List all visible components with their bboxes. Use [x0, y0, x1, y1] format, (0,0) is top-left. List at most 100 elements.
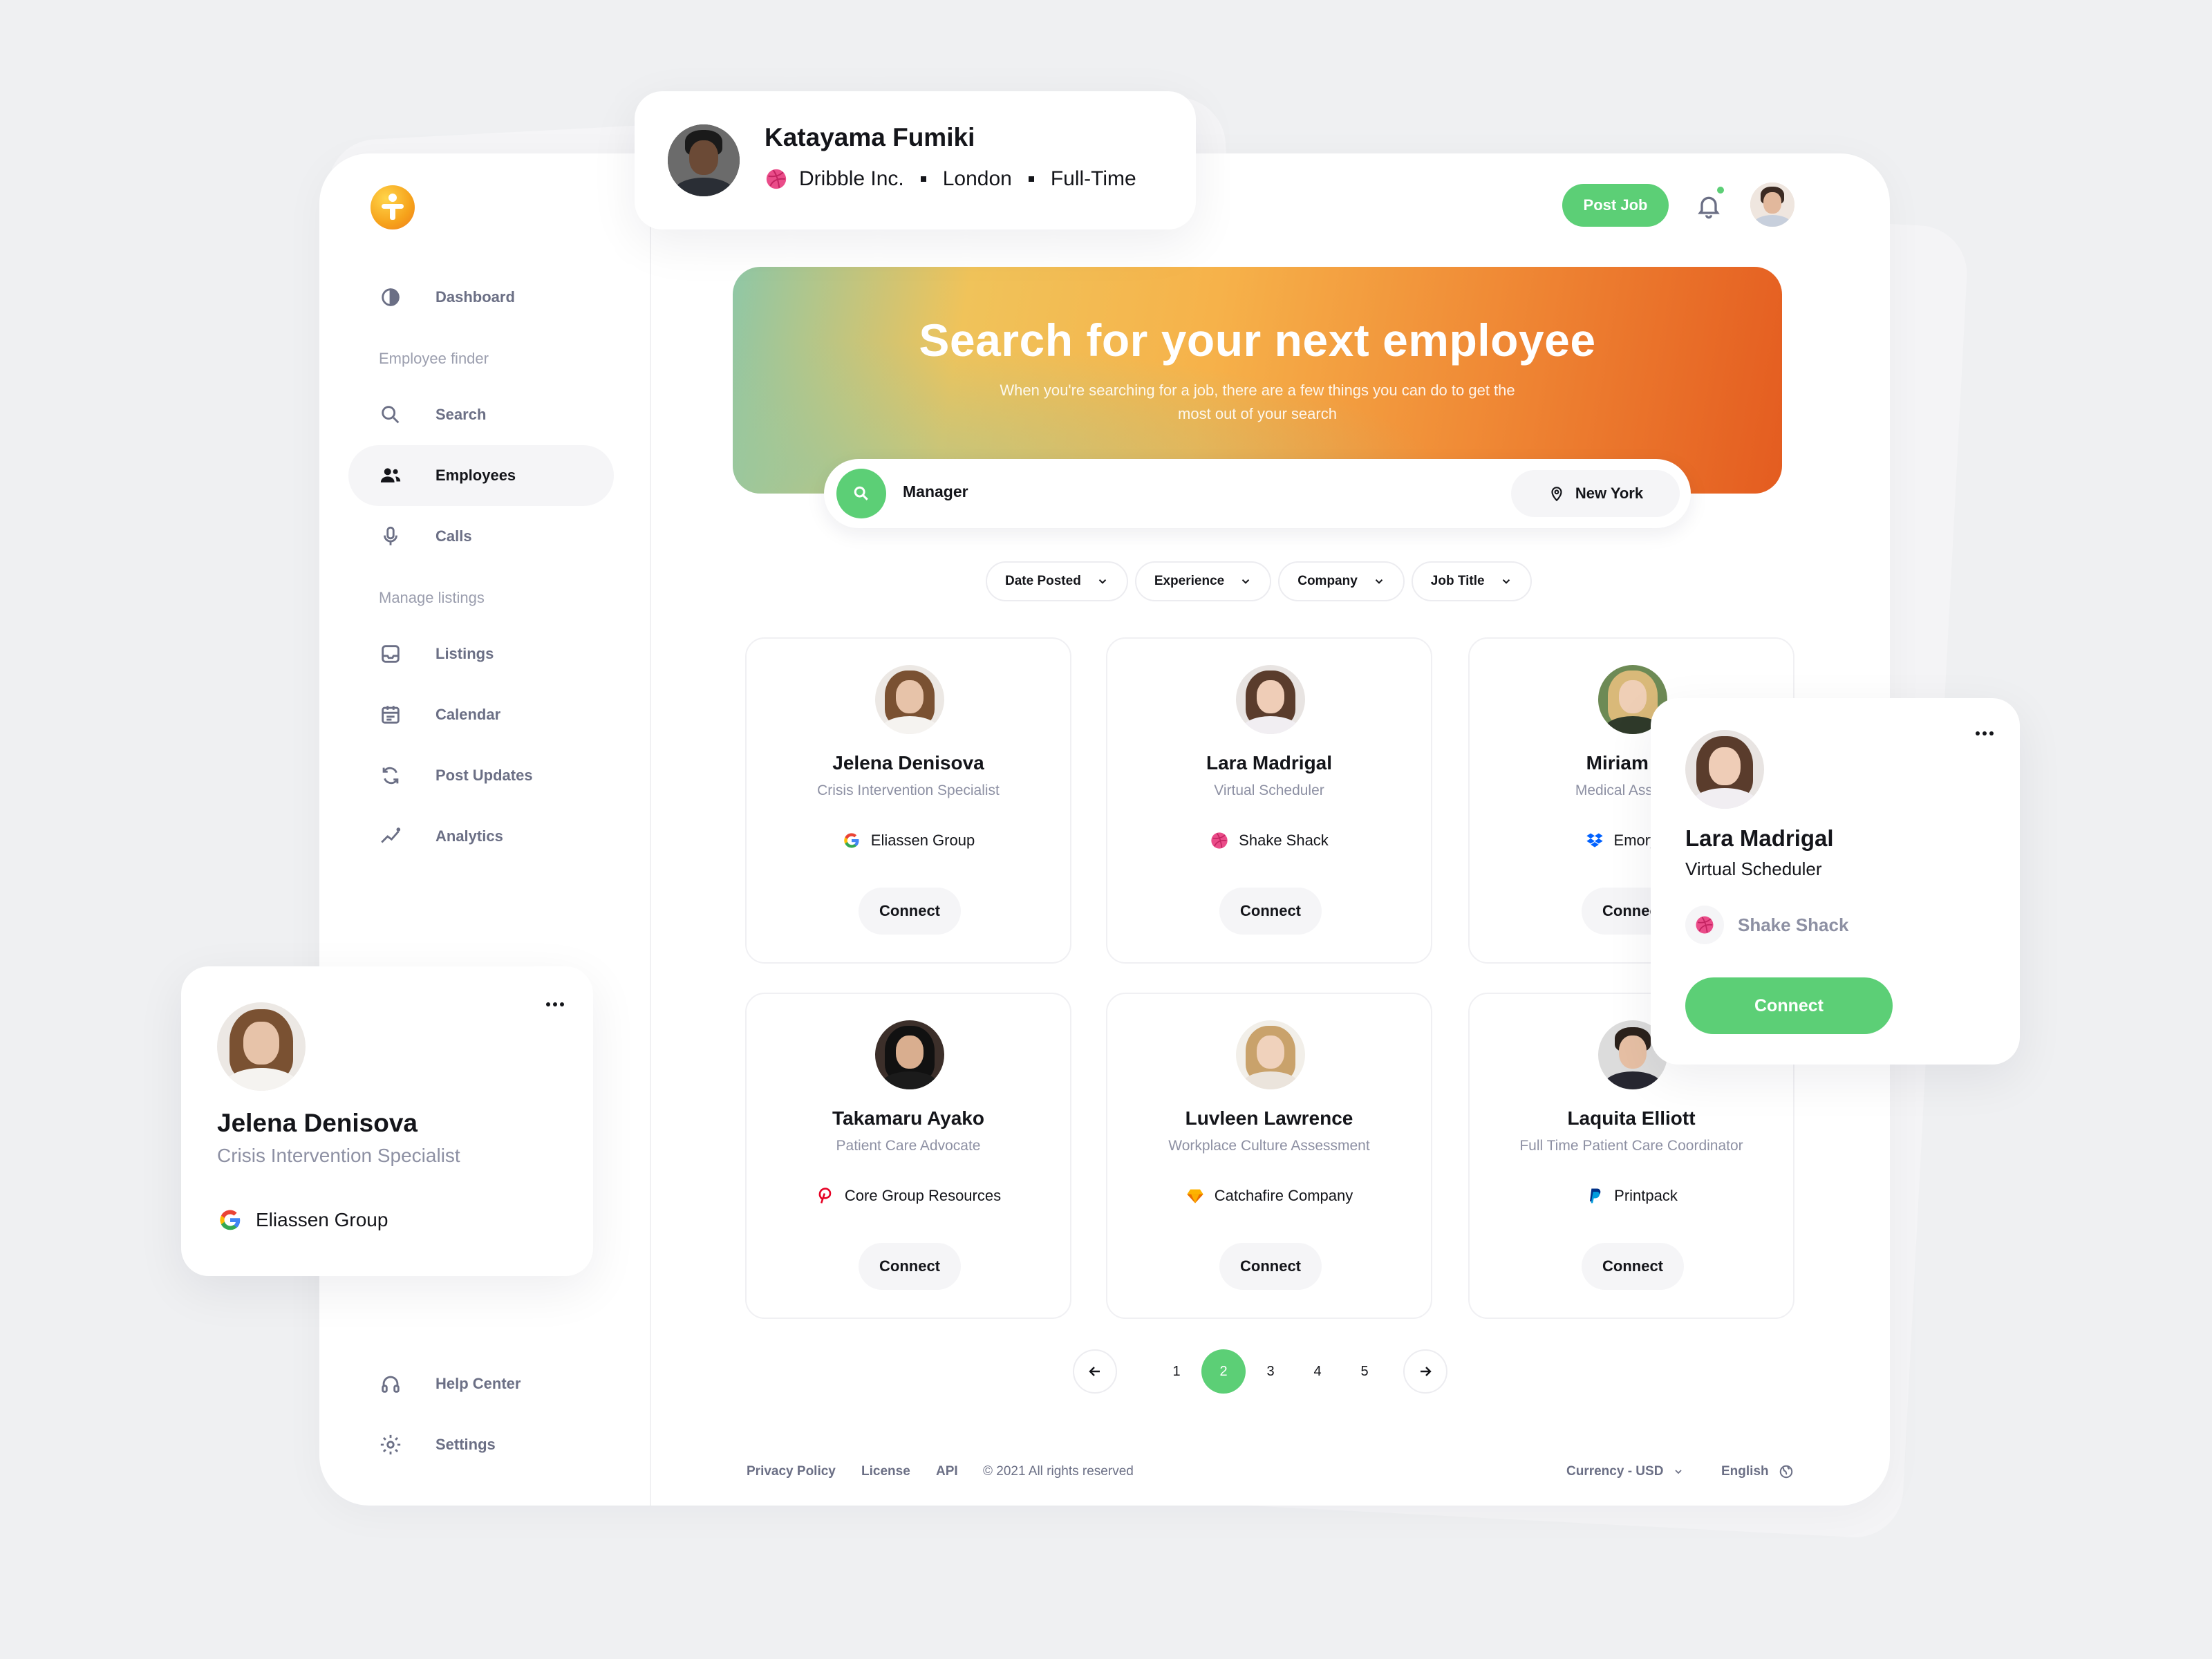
page-3[interactable]: 3	[1248, 1349, 1293, 1394]
inbox-icon	[382, 645, 400, 663]
sidebar-item-calendar[interactable]: Calendar	[348, 684, 614, 745]
location-selector[interactable]: New York	[1511, 470, 1680, 517]
floating-profile-card[interactable]: Jelena Denisova Crisis Intervention Spec…	[181, 966, 593, 1276]
profile-company: Shake Shack	[1685, 906, 1848, 944]
floating-profile-card[interactable]: Lara Madrigal Virtual Scheduler Shake Sh…	[1651, 698, 2020, 1065]
chevron-down-icon	[1375, 579, 1382, 584]
google-icon	[220, 1210, 241, 1230]
floating-profile-card[interactable]: Katayama Fumiki Dribble Inc. London Full…	[635, 91, 1196, 229]
profile-role: Virtual Scheduler	[1685, 859, 1822, 879]
dribbble-icon	[766, 169, 787, 189]
currency-selector[interactable]: Currency - USD	[1566, 1464, 1684, 1479]
chevron-down-icon	[1098, 579, 1107, 584]
sidebar-item-employees[interactable]: Employees	[348, 445, 614, 506]
profile-name: Katayama Fumiki	[765, 123, 975, 151]
dribbble-icon	[1696, 916, 1714, 934]
next-page-button[interactable]	[1403, 1349, 1447, 1394]
sidebar-item-label: Listings	[435, 645, 494, 662]
company-name: Eliassen Group	[256, 1209, 388, 1230]
profile-role: Crisis Intervention Specialist	[217, 1145, 460, 1166]
employee-company: Shake Shack	[1107, 831, 1431, 850]
search-button[interactable]	[836, 469, 886, 518]
chevron-down-icon	[1675, 1470, 1683, 1474]
employee-role: Full Time Patient Care Coordinator	[1519, 1138, 1743, 1154]
page-1[interactable]: 1	[1154, 1349, 1199, 1394]
sidebar-item-listings[interactable]: Listings	[348, 624, 614, 684]
chevron-down-icon	[1242, 579, 1250, 584]
employee-card[interactable]: Luvleen Lawrence Workplace Culture Asses…	[1106, 993, 1432, 1319]
more-options-icon[interactable]	[1976, 731, 1994, 735]
app-logo[interactable]	[371, 185, 415, 229]
footer-api-link[interactable]: API	[936, 1464, 958, 1479]
section-label-manage-listings: Manage listings	[379, 589, 485, 606]
separator	[1028, 176, 1034, 182]
language-value: English	[1721, 1464, 1769, 1479]
employee-name: Lara Madrigal	[1206, 752, 1333, 774]
sidebar: Dashboard Employee finder Search Employe…	[319, 153, 651, 1506]
sidebar-item-dashboard[interactable]: Dashboard	[348, 267, 614, 328]
employee-card[interactable]: Jelena Denisova Crisis Intervention Spec…	[745, 637, 1071, 964]
avatar	[1236, 1020, 1305, 1089]
globe-icon	[1779, 1465, 1792, 1479]
arrow-left-icon	[1089, 1367, 1100, 1376]
prev-page-button[interactable]	[1073, 1349, 1117, 1394]
post-job-button[interactable]: Post Job	[1562, 184, 1669, 227]
filter-bar: Date Posted Experience Company Job Title	[986, 561, 1532, 601]
filter-company[interactable]: Company	[1278, 561, 1405, 601]
avatar	[875, 1020, 944, 1089]
sidebar-item-label: Search	[435, 406, 487, 423]
employee-name: Takamaru Ayako	[832, 1107, 984, 1129]
company-name: Printpack	[1614, 1187, 1678, 1204]
sidebar-item-settings[interactable]: Settings	[348, 1414, 614, 1475]
profile-company: Dribble Inc.	[799, 167, 904, 190]
paypal-icon	[1590, 1188, 1601, 1203]
sidebar-item-search[interactable]: Search	[348, 384, 614, 445]
employee-name: Jelena Denisova	[832, 752, 984, 774]
connect-button[interactable]: Connect	[1219, 888, 1322, 935]
connect-button[interactable]: Connect	[1219, 1243, 1322, 1290]
refresh-icon	[382, 767, 399, 785]
sidebar-item-post-updates[interactable]: Post Updates	[348, 745, 614, 806]
hero-title: Search for your next employee	[919, 315, 1596, 366]
separator	[920, 176, 926, 182]
filter-label: Date Posted	[1005, 574, 1081, 588]
employee-company: Printpack	[1470, 1186, 1793, 1206]
dropbox-icon	[1586, 833, 1603, 847]
sidebar-item-calls[interactable]: Calls	[348, 506, 614, 567]
connect-button[interactable]: Connect	[1582, 1243, 1684, 1290]
analytics-icon	[381, 827, 401, 843]
company-name: Catchafire Company	[1214, 1187, 1353, 1204]
more-options-icon[interactable]	[546, 1002, 564, 1006]
profile-name: Jelena Denisova	[217, 1109, 418, 1137]
sidebar-item-label: Settings	[435, 1436, 496, 1453]
language-selector[interactable]: English	[1721, 1464, 1794, 1479]
connect-button[interactable]: Connect	[1685, 977, 1893, 1034]
footer-privacy-link[interactable]: Privacy Policy	[747, 1464, 836, 1479]
gear-icon	[380, 1434, 401, 1455]
company-name: Shake Shack	[1738, 914, 1849, 935]
google-icon	[844, 833, 859, 848]
page-4[interactable]: 4	[1295, 1349, 1340, 1394]
sidebar-item-analytics[interactable]: Analytics	[348, 806, 614, 867]
employee-card[interactable]: Takamaru Ayako Patient Care Advocate Cor…	[745, 993, 1071, 1319]
bell-icon[interactable]	[1695, 192, 1723, 220]
section-label-employee-finder: Employee finder	[379, 350, 489, 367]
footer-license-link[interactable]: License	[861, 1464, 910, 1479]
filter-experience[interactable]: Experience	[1134, 561, 1272, 601]
arrow-right-icon	[1421, 1367, 1432, 1376]
sidebar-item-label: Analytics	[435, 827, 503, 845]
filter-job-title[interactable]: Job Title	[1411, 561, 1532, 601]
search-icon	[854, 486, 868, 500]
connect-button[interactable]: Connect	[859, 1243, 961, 1290]
employee-card[interactable]: Lara Madrigal Virtual Scheduler Shake Sh…	[1106, 637, 1432, 964]
chevron-down-icon	[1502, 579, 1510, 584]
search-input[interactable]: Manager	[903, 482, 968, 501]
company-name: Shake Shack	[1239, 832, 1329, 849]
footer-copyright: © 2021 All rights reserved	[983, 1464, 1134, 1479]
page-5[interactable]: 5	[1342, 1349, 1387, 1394]
employee-name: Luvleen Lawrence	[1185, 1107, 1353, 1129]
page-2[interactable]: 2	[1201, 1349, 1246, 1394]
filter-date-posted[interactable]: Date Posted	[986, 561, 1128, 601]
connect-button[interactable]: Connect	[859, 888, 961, 935]
user-avatar[interactable]	[1750, 182, 1794, 227]
